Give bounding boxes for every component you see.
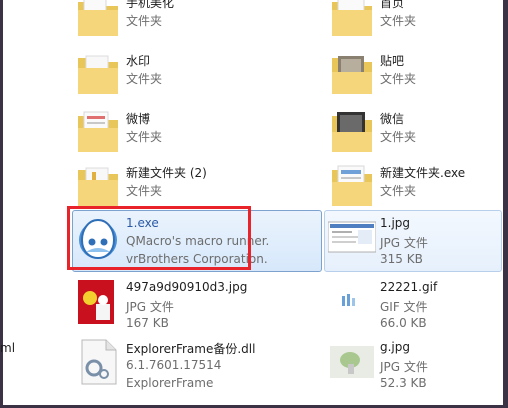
item-size: 52.3 KB bbox=[380, 376, 427, 390]
file-item-folder[interactable]: 贴吧 文件夹 bbox=[328, 50, 498, 108]
file-item-jpg[interactable]: 497a9d90910d3.jpg JPG 文件 167 KB bbox=[74, 278, 314, 336]
file-item-jpg[interactable]: 1.jpg JPG 文件 315 KB bbox=[328, 214, 498, 272]
item-type: JPG 文件 bbox=[380, 236, 428, 250]
file-item-dll[interactable]: ExplorerFrame备份.dll 6.1.7601.17514 Explo… bbox=[74, 338, 314, 396]
item-name: 首页 bbox=[380, 0, 405, 10]
folder-icon bbox=[74, 108, 122, 156]
file-item-folder[interactable]: 手机美化 文件夹 bbox=[74, 0, 314, 50]
item-name: 手机美化 bbox=[126, 0, 175, 10]
truncated-item-label: ml bbox=[0, 341, 16, 355]
folder-icon bbox=[328, 50, 376, 98]
image-thumbnail-icon bbox=[328, 278, 376, 326]
file-item-jpg[interactable]: g.jpg JPG 文件 52.3 KB bbox=[328, 338, 498, 396]
item-name: 22221.gif bbox=[380, 280, 438, 294]
folder-icon bbox=[74, 50, 122, 98]
file-item-folder[interactable]: 微博 文件夹 bbox=[74, 108, 314, 166]
item-size: 167 KB bbox=[126, 316, 169, 330]
item-version: 6.1.7601.17514 bbox=[126, 358, 222, 372]
item-name: 497a9d90910d3.jpg bbox=[126, 280, 248, 294]
item-name: 新建文件夹 (2) bbox=[126, 166, 207, 180]
window-frame-right bbox=[503, 0, 508, 408]
item-type: GIF 文件 bbox=[380, 300, 428, 314]
item-type: 文件夹 bbox=[380, 72, 417, 86]
item-type: 文件夹 bbox=[126, 14, 163, 28]
item-type: 文件夹 bbox=[380, 184, 417, 198]
item-name: 微信 bbox=[380, 112, 405, 126]
folder-icon bbox=[328, 108, 376, 156]
image-thumbnail-icon bbox=[328, 338, 376, 386]
highlight-annotation-box bbox=[67, 206, 251, 270]
file-item-folder[interactable]: 新建文件夹.exe 文件夹 bbox=[328, 162, 498, 220]
item-name: 贴吧 bbox=[380, 54, 405, 68]
item-size: 66.0 KB bbox=[380, 316, 427, 330]
item-name: 微博 bbox=[126, 112, 151, 126]
folder-icon bbox=[328, 0, 376, 40]
image-thumbnail-icon bbox=[328, 214, 376, 262]
item-description: ExplorerFrame bbox=[126, 376, 214, 390]
file-item-gif[interactable]: 22221.gif GIF 文件 66.0 KB bbox=[328, 278, 498, 336]
item-name: g.jpg bbox=[380, 340, 410, 354]
item-type: 文件夹 bbox=[126, 130, 163, 144]
item-type: 文件夹 bbox=[126, 184, 163, 198]
item-type: JPG 文件 bbox=[380, 360, 428, 374]
item-name: ExplorerFrame备份.dll bbox=[126, 342, 256, 356]
item-type: 文件夹 bbox=[126, 72, 163, 86]
file-item-folder[interactable]: 微信 文件夹 bbox=[328, 108, 498, 166]
folder-icon bbox=[74, 162, 122, 210]
file-item-folder[interactable]: 首页 文件夹 bbox=[328, 0, 498, 50]
item-type: 文件夹 bbox=[380, 130, 417, 144]
item-size: 315 KB bbox=[380, 252, 423, 266]
item-type: 文件夹 bbox=[380, 14, 417, 28]
file-item-folder[interactable]: 水印 文件夹 bbox=[74, 50, 314, 108]
folder-icon bbox=[74, 0, 122, 40]
item-name: 水印 bbox=[126, 54, 151, 68]
image-thumbnail-icon bbox=[74, 278, 122, 326]
item-name: 新建文件夹.exe bbox=[380, 166, 466, 180]
folder-icon bbox=[328, 162, 376, 210]
item-type: JPG 文件 bbox=[126, 300, 174, 314]
dll-file-icon bbox=[74, 338, 122, 386]
item-name: 1.jpg bbox=[380, 216, 411, 230]
